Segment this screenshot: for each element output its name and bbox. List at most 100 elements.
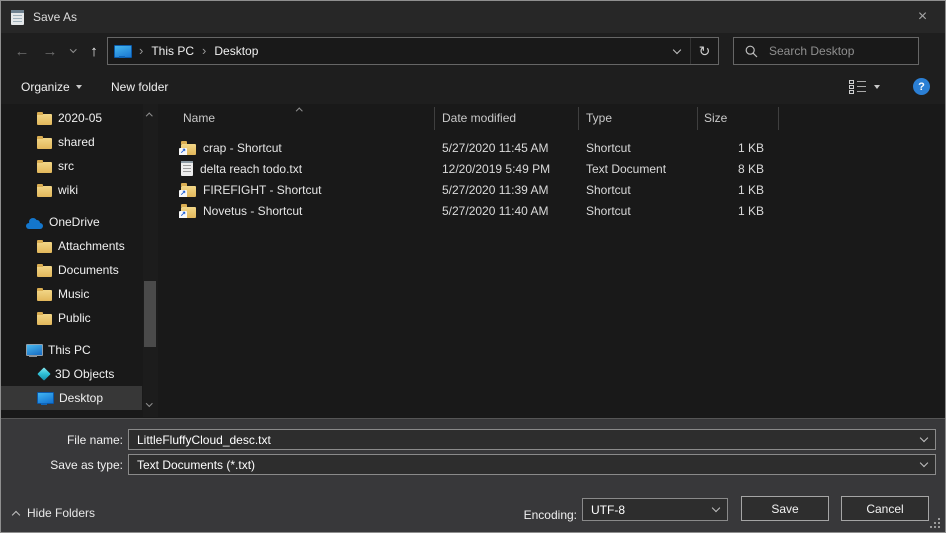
sidebar-item-shared[interactable]: shared [1,130,161,154]
folder-icon [37,162,52,173]
sidebar-item-label: OneDrive [49,215,100,229]
scroll-up-icon[interactable] [146,113,152,119]
file-name-input[interactable] [137,433,921,447]
save-as-type-select[interactable]: Text Documents (*.txt) [128,454,936,475]
chevron-down-icon[interactable] [920,434,928,442]
sidebar-item-desktop[interactable]: Desktop [1,386,142,410]
sidebar-item-label: Desktop [59,391,103,405]
hide-folders-label: Hide Folders [27,506,95,520]
file-size: 1 KB [697,204,778,218]
refresh-icon[interactable]: ↻ [691,38,718,64]
column-headers: Name Date modified Type Size [161,104,945,131]
up-icon[interactable]: ↑ [83,33,105,69]
sidebar-item-2020-05[interactable]: 2020-05 [1,106,161,130]
scroll-down-icon[interactable] [146,400,152,406]
sidebar-item-label: src [58,159,74,173]
text-document-icon [181,161,193,176]
folder-icon [37,266,52,277]
file-name-cell: crap - Shortcut [161,141,434,155]
onedrive-icon [26,218,43,229]
organize-button[interactable]: Organize [21,69,82,104]
file-type: Shortcut [578,141,697,155]
sidebar-item-attachments[interactable]: Attachments [1,234,161,258]
folder-icon [37,186,52,197]
sidebar-item-music[interactable]: Music [1,282,161,306]
file-name-cell: Novetus - Shortcut [161,204,434,218]
sidebar-item-onedrive[interactable]: OneDrive [1,210,161,234]
chevron-down-icon [76,85,82,89]
file-name-combobox [128,429,936,450]
column-header-size[interactable]: Size [704,111,727,125]
sidebar-item-3d-objects[interactable]: 3D Objects [1,362,161,386]
folder-shortcut-icon [181,186,196,197]
file-row[interactable]: FIREFIGHT - Shortcut 5/27/2020 11:39 AM … [161,179,945,200]
address-dropdown-icon[interactable] [663,38,690,64]
sidebar-items: 2020-05 shared src wiki OneDrive Attachm… [1,104,161,417]
resize-grip[interactable] [938,526,940,528]
sidebar-item-this-pc[interactable]: This PC [1,338,161,362]
save-as-type-label: Save as type: [1,458,123,472]
hide-folders-button[interactable]: Hide Folders [13,503,95,523]
new-folder-label: New folder [111,80,168,94]
folder-icon [37,242,52,253]
search-input[interactable] [767,43,897,59]
sidebar-item-label: 2020-05 [58,111,102,125]
details-view-icon [849,80,866,93]
scrollbar-thumb[interactable] [144,281,156,347]
save-button[interactable]: Save [741,496,829,521]
file-list-pane: Name Date modified Type Size crap - Shor… [161,104,945,417]
sidebar-item-label: Public [58,311,91,325]
back-icon[interactable]: ← [9,33,35,69]
sidebar-item[interactable] [1,410,161,417]
search-icon [745,45,758,58]
address-bar[interactable]: › This PC › Desktop ↻ [107,37,719,65]
sidebar-scrollbar[interactable] [143,104,158,417]
column-divider[interactable] [778,107,779,130]
desktop-icon [37,392,53,405]
file-date-modified: 5/27/2020 11:40 AM [434,204,578,218]
file-size: 1 KB [697,141,778,155]
breadcrumb-desktop[interactable]: Desktop [212,44,260,58]
file-date-modified: 12/20/2019 5:49 PM [434,162,578,176]
sort-ascending-icon [296,108,302,114]
column-divider[interactable] [697,107,698,130]
command-bar: Organize New folder ? [1,69,945,104]
encoding-select[interactable]: UTF-8 [582,498,728,521]
cancel-button[interactable]: Cancel [841,496,929,521]
chevron-down-icon [874,85,880,89]
file-size: 1 KB [697,183,778,197]
sidebar-item-label: Documents [58,263,119,277]
column-header-date-modified[interactable]: Date modified [442,111,516,125]
window-title: Save As [33,10,77,24]
sidebar-item-wiki[interactable]: wiki [1,178,161,202]
forward-icon[interactable]: → [37,33,63,69]
column-divider[interactable] [434,107,435,130]
file-name-text: delta reach todo.txt [200,162,302,176]
file-row[interactable]: Novetus - Shortcut 5/27/2020 11:40 AM Sh… [161,200,945,221]
help-button[interactable]: ? [913,69,930,104]
file-name-cell: FIREFIGHT - Shortcut [161,183,434,197]
breadcrumb-this-pc[interactable]: This PC [149,44,196,58]
file-name-text: Novetus - Shortcut [203,204,302,218]
sidebar-item-documents[interactable]: Documents [1,258,161,282]
file-row[interactable]: crap - Shortcut 5/27/2020 11:45 AM Short… [161,137,945,158]
sidebar-item-label: Attachments [58,239,125,253]
folder-icon [37,314,52,325]
file-row[interactable]: delta reach todo.txt 12/20/2019 5:49 PM … [161,158,945,179]
navigation-pane: 2020-05 shared src wiki OneDrive Attachm… [1,104,161,417]
titlebar: Save As [1,1,945,33]
new-folder-button[interactable]: New folder [111,69,168,104]
save-as-type-value: Text Documents (*.txt) [137,458,255,472]
column-header-name[interactable]: Name [183,111,215,125]
search-box [733,37,919,65]
chevron-down-icon [712,504,720,512]
close-button[interactable]: × [900,1,945,33]
sidebar-item-public[interactable]: Public [1,306,161,330]
sidebar-item-label: Music [58,287,89,301]
history-chevron-icon[interactable] [64,33,82,69]
column-divider[interactable] [578,107,579,130]
sidebar-item-src[interactable]: src [1,154,161,178]
column-header-type[interactable]: Type [586,111,612,125]
view-details-button[interactable] [849,69,880,104]
folder-shortcut-icon [181,207,196,218]
